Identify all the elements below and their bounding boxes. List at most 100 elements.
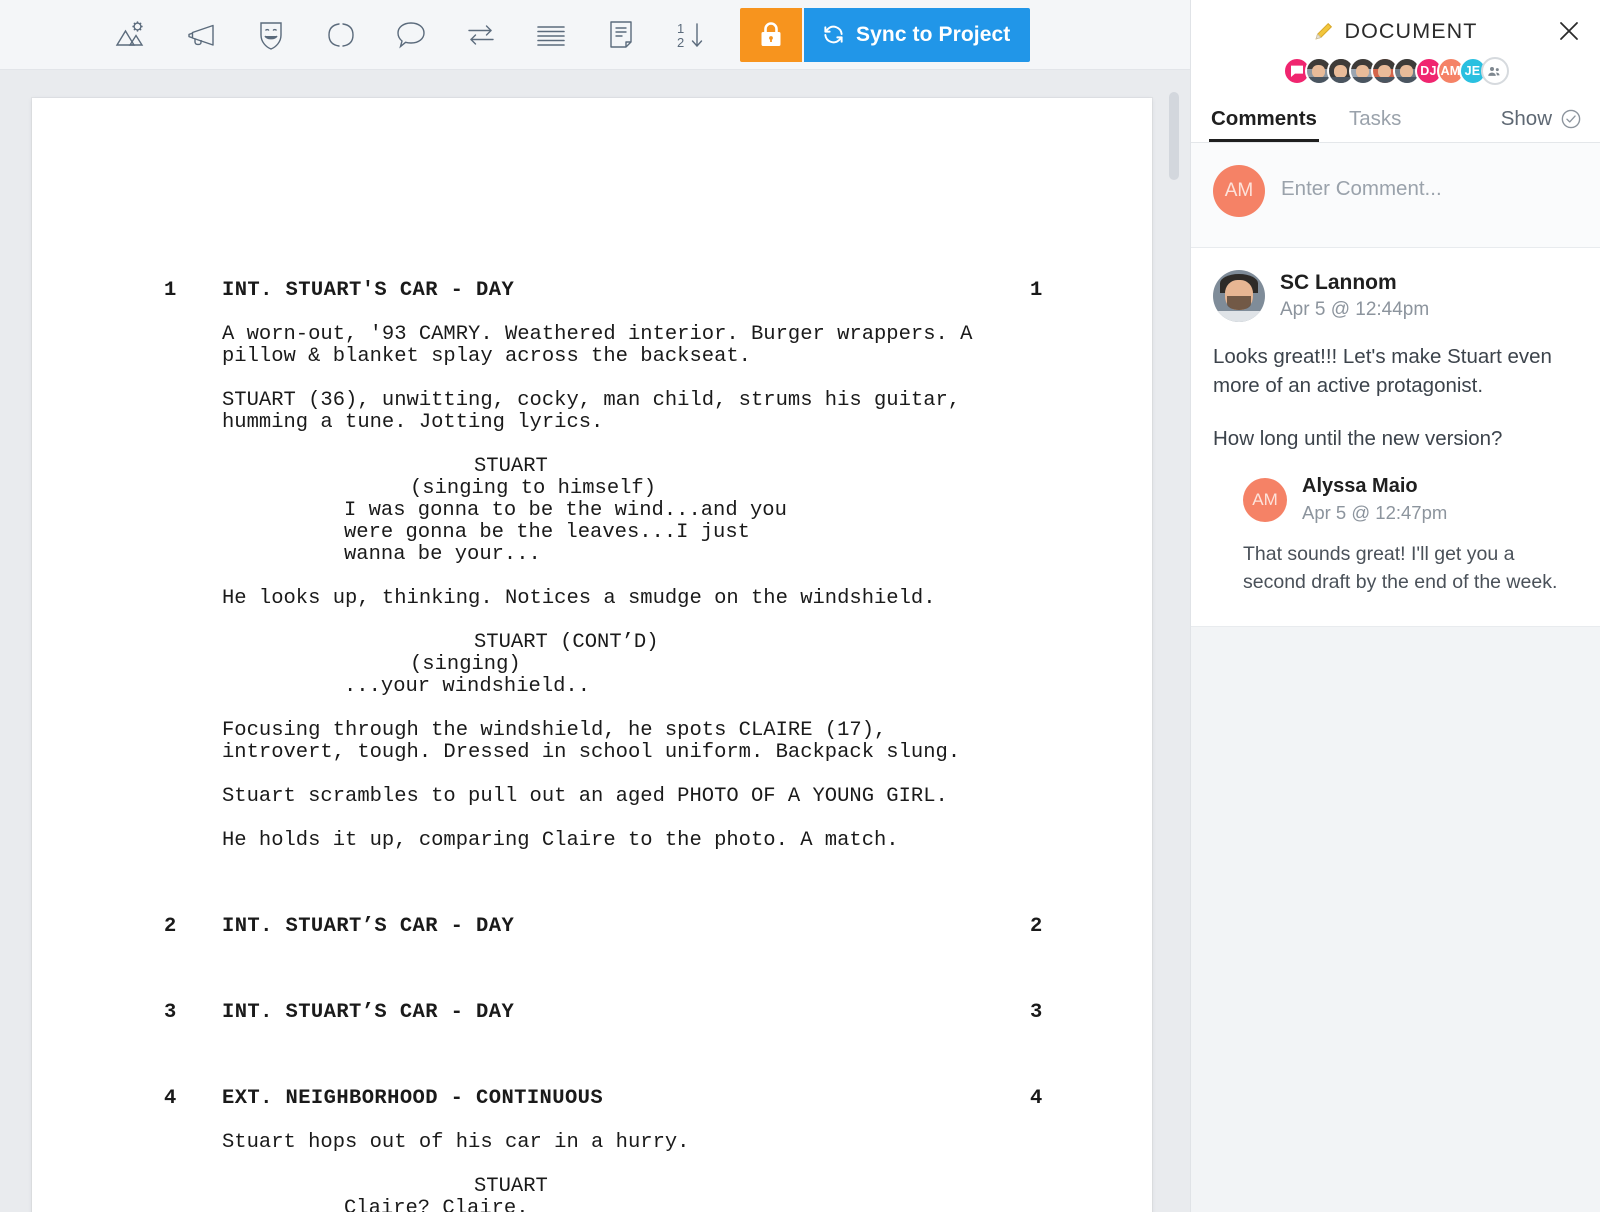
script-block-action[interactable]: Stuart hops out of his car in a hurry.	[222, 1132, 1152, 1154]
script-block-character[interactable]: STUART (CONT’D)	[474, 632, 1152, 654]
tab-tasks[interactable]: Tasks	[1347, 107, 1403, 142]
script-block-dialogue[interactable]: I was gonna to be the wind...and you were…	[344, 500, 1152, 566]
scene-number-right: 3	[1030, 1001, 1043, 1024]
collaborator-avatars[interactable]: DJ AM JE	[1191, 57, 1600, 91]
check-circle-icon	[1560, 108, 1582, 130]
script-block-action[interactable]: A worn-out, '93 CAMRY. Weathered interio…	[222, 324, 1152, 368]
note-page-icon[interactable]	[586, 8, 656, 62]
scene-heading-text: INT. STUART’S CAR - DAY	[222, 1001, 515, 1024]
script-block-character[interactable]: STUART	[474, 1176, 1152, 1198]
comment-reply: AM Alyssa Maio Apr 5 @ 12:47pm That soun…	[1213, 475, 1572, 596]
document-scrollbar-thumb[interactable]	[1169, 92, 1179, 180]
script-block-parenthetical[interactable]: (singing to himself)	[410, 478, 1152, 500]
script-line: introvert, tough. Dressed in school unif…	[222, 741, 961, 764]
panel-header: DOCUMENT DJ AM JE	[1191, 0, 1600, 91]
scene-heading[interactable]: 3 INT. STUART’S CAR - DAY 3	[164, 1001, 1152, 1024]
formatting-toolbar: 1 2 Sync to Project	[0, 0, 1190, 70]
show-toggle[interactable]: Show	[1501, 107, 1582, 142]
avatar: AM	[1243, 477, 1287, 522]
scene: 4 EXT. NEIGHBORHOOD - CONTINUOUS 4 Stuart h…	[32, 1088, 1152, 1212]
script-line: Focusing through the windshield, he spot…	[222, 719, 887, 742]
script-line: STUART	[474, 1175, 548, 1198]
script-block-action[interactable]: He looks up, thinking. Notices a smudge …	[222, 588, 1152, 610]
script-line: STUART (CONT’D)	[474, 631, 659, 654]
dialogue-bubble-icon[interactable]	[376, 8, 446, 62]
scene-number-left: 4	[164, 1087, 177, 1110]
scene: 3 INT. STUART’S CAR - DAY 3	[32, 1002, 1152, 1024]
panel-body: AM Enter Comment... SC Lannom Apr 5 @ 12…	[1191, 143, 1600, 1212]
lock-button[interactable]	[740, 7, 802, 62]
pencil-icon	[1313, 20, 1335, 42]
reply-timestamp: Apr 5 @ 12:47pm	[1302, 502, 1448, 523]
scene-number-right: 2	[1030, 915, 1043, 938]
transition-arrows-icon[interactable]	[446, 8, 516, 62]
editor-pane: 1 2 Sync to Project 1 INT. STUART'S CAR …	[0, 0, 1190, 1212]
script-block-action[interactable]: STUART (36), unwitting, cocky, man child…	[222, 390, 1152, 434]
scene-settings-icon[interactable]	[96, 8, 166, 62]
svg-text:2: 2	[677, 35, 684, 50]
script-line: He holds it up, comparing Claire to the …	[222, 829, 899, 852]
script-block-dialogue[interactable]: Claire? Claire.	[344, 1198, 1152, 1212]
script-line: A worn-out, '93 CAMRY. Weathered interio…	[222, 323, 973, 346]
script-line: He looks up, thinking. Notices a smudge …	[222, 587, 936, 610]
panel-tabs: Comments Tasks Show	[1191, 91, 1600, 143]
script-block-action[interactable]: He holds it up, comparing Claire to the …	[222, 830, 1152, 852]
panel-title-text: DOCUMENT	[1344, 18, 1478, 43]
script-line: (singing to himself)	[410, 477, 657, 500]
script-line: STUART	[474, 455, 548, 478]
script-block-action[interactable]: Stuart scrambles to pull out an aged PHO…	[222, 786, 1152, 808]
avatar: AM	[1213, 165, 1265, 217]
tab-comments[interactable]: Comments	[1209, 107, 1319, 142]
tab-tasks-label: Tasks	[1348, 107, 1402, 130]
script-body[interactable]: 1 INT. STUART'S CAR - DAY 1 A worn-out, '93…	[32, 280, 1152, 1212]
script-line: (singing)	[410, 653, 521, 676]
scene-heading[interactable]: 4 EXT. NEIGHBORHOOD - CONTINUOUS 4	[164, 1087, 1152, 1110]
avatar[interactable]	[1480, 57, 1509, 85]
scene-heading-text: INT. STUART’S CAR - DAY	[222, 915, 515, 938]
document-comments-panel: DOCUMENT DJ AM JE Comments Tasks Show AM…	[1190, 0, 1600, 1212]
scene-heading[interactable]: 1 INT. STUART'S CAR - DAY 1	[164, 279, 1152, 302]
script-line: Stuart scrambles to pull out an aged PHO…	[222, 785, 948, 808]
script-block-character[interactable]: STUART	[474, 456, 1152, 478]
action-lines-icon[interactable]	[516, 8, 586, 62]
sync-to-project-label: Sync to Project	[856, 22, 1011, 46]
script-line: humming a tune. Jotting lyrics.	[222, 411, 604, 434]
sort-numeric-icon[interactable]: 1 2	[656, 8, 726, 62]
script-block-action[interactable]: Focusing through the windshield, he spot…	[222, 720, 1152, 764]
comment-input[interactable]: Enter Comment...	[1281, 177, 1442, 201]
scene-heading[interactable]: 2 INT. STUART’S CAR - DAY 2	[164, 915, 1152, 938]
megaphone-icon[interactable]	[166, 8, 236, 62]
script-line: were gonna be the leaves...I just	[344, 521, 750, 544]
scene: 1 INT. STUART'S CAR - DAY 1 A worn-out, '93…	[32, 280, 1152, 852]
reply-author: Alyssa Maio	[1302, 475, 1418, 497]
scene-heading-text: INT. STUART'S CAR - DAY	[222, 279, 515, 302]
app-root: 1 2 Sync to Project 1 INT. STUART'S CAR …	[0, 0, 1600, 1212]
sync-icon	[822, 23, 845, 46]
script-page: 1 INT. STUART'S CAR - DAY 1 A worn-out, '93…	[32, 98, 1152, 1212]
comment-thread: SC Lannom Apr 5 @ 12:44pm Looks great!!!…	[1191, 248, 1600, 627]
script-line: ...your windshield..	[344, 675, 591, 698]
document-scrollbar-track[interactable]	[1169, 70, 1184, 1212]
scene-number-left: 1	[164, 279, 177, 302]
close-icon[interactable]	[1554, 16, 1584, 46]
comment-header: SC Lannom Apr 5 @ 12:44pm	[1213, 270, 1572, 322]
script-line: Stuart hops out of his car in a hurry.	[222, 1131, 690, 1154]
sync-to-project-button[interactable]: Sync to Project	[804, 7, 1031, 62]
avatar-initials: AM	[1224, 180, 1254, 201]
tab-comments-label: Comments	[1211, 107, 1317, 130]
script-block-dialogue[interactable]: ...your windshield..	[344, 676, 1152, 698]
theater-mask-icon[interactable]	[236, 8, 306, 62]
show-toggle-label: Show	[1500, 107, 1552, 130]
new-comment-box[interactable]: AM Enter Comment...	[1191, 143, 1600, 248]
scene: 2 INT. STUART’S CAR - DAY 2	[32, 916, 1152, 938]
reply-body: That sounds great! I'll get you a second…	[1243, 543, 1558, 593]
comment-body: Looks great!!! Let's make Stuart even mo…	[1213, 345, 1552, 397]
scene-number-right: 4	[1030, 1087, 1043, 1110]
parenthetical-icon[interactable]	[306, 8, 376, 62]
document-scroll-area[interactable]: 1 INT. STUART'S CAR - DAY 1 A worn-out, '93…	[0, 70, 1190, 1212]
avatar	[1213, 270, 1265, 322]
script-line: wanna be your...	[344, 543, 541, 566]
comment-author: SC Lannom	[1280, 271, 1397, 294]
script-line: Claire? Claire.	[344, 1197, 529, 1212]
script-block-parenthetical[interactable]: (singing)	[410, 654, 1152, 676]
